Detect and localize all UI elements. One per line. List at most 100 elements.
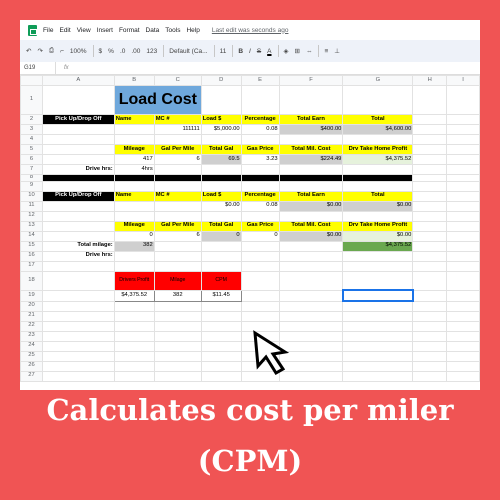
cell[interactable] [240,260,280,272]
cell[interactable]: Mileage [113,144,155,155]
cell[interactable] [113,124,155,135]
menu-data[interactable]: Data [146,27,160,34]
row-header[interactable]: 14 [20,230,43,242]
font-size-select[interactable]: 11 [220,48,227,55]
cell[interactable] [41,220,115,232]
column-header[interactable]: D [200,75,242,86]
cell[interactable] [240,180,280,192]
italic-button[interactable]: I [249,48,251,55]
column-header[interactable]: E [240,75,280,86]
increase-decimal-button[interactable]: .00 [131,48,140,55]
cell[interactable] [153,200,202,212]
cell[interactable] [446,220,480,232]
cell[interactable]: 3.23 [240,154,280,165]
row-header[interactable]: 7 [20,164,43,175]
cell[interactable] [446,230,480,242]
cell[interactable]: 417 [113,154,155,165]
cell[interactable] [412,230,448,242]
cell[interactable] [342,180,414,192]
cell[interactable] [113,134,155,145]
column-header[interactable]: H [412,75,448,86]
cell[interactable] [446,240,480,252]
merge-cells-icon[interactable]: ⇔ [306,48,313,55]
cell[interactable]: Percentage [240,114,280,125]
cell[interactable]: 6 [153,230,202,242]
cell[interactable]: Total Gal [200,144,242,155]
cell[interactable] [278,289,344,302]
cell[interactable]: MC # [153,190,202,202]
font-select[interactable]: Default (Ca... [169,48,207,55]
column-header[interactable]: B [113,75,155,86]
paint-format-icon[interactable]: ⌐ [60,48,64,55]
cell[interactable]: Drv Take Home Profit [342,220,414,232]
cell[interactable] [446,260,480,272]
cell[interactable] [200,210,242,222]
cell[interactable]: Total Gal [200,220,242,232]
menu-file[interactable]: File [43,27,53,34]
currency-format-button[interactable]: $ [99,48,103,55]
redo-icon[interactable]: ↷ [37,47,42,55]
cell[interactable]: $224.49 [278,154,344,165]
cell[interactable] [412,200,448,212]
row-header[interactable]: 1 [20,85,43,115]
cell[interactable] [342,174,414,182]
cell[interactable]: $0.00 [200,200,242,212]
cell[interactable]: $0.00 [342,200,414,212]
cell[interactable]: Drive hrs: [41,250,115,262]
cell[interactable]: MC # [153,114,202,125]
cell[interactable]: 6 [153,154,202,165]
cell[interactable]: Milage [153,270,202,291]
cell[interactable]: $4,375.52 [342,154,414,165]
cell[interactable] [446,144,480,155]
row-header[interactable]: 25 [20,350,43,362]
cell[interactable] [113,250,155,262]
cell[interactable] [200,250,242,262]
bold-button[interactable]: B [238,48,243,55]
row-header[interactable]: 17 [20,260,43,272]
cell[interactable]: Gas Price [240,220,280,232]
cell[interactable]: $0.00 [278,200,344,212]
cell[interactable] [200,164,242,175]
cell[interactable]: CPM [200,270,242,291]
column-header[interactable]: A [41,75,115,86]
cell[interactable] [41,270,115,291]
cell[interactable] [240,289,280,302]
cell[interactable]: $4,375.52 [113,289,155,302]
cell[interactable] [278,210,344,222]
selected-cell[interactable] [341,289,414,303]
cell[interactable]: Pick Up/Drop Off [41,114,115,125]
strikethrough-button[interactable]: S [257,48,261,55]
print-icon[interactable]: ⎙ [49,47,54,55]
cell[interactable] [446,85,480,115]
align-left-icon[interactable]: ≡ [324,48,328,55]
row-header[interactable]: 18 [20,270,43,291]
cell[interactable] [41,174,115,182]
cell[interactable] [278,270,344,291]
cell[interactable] [41,230,115,242]
cell[interactable] [240,85,280,115]
cell[interactable] [153,240,202,252]
cell[interactable]: Pick Up/Drop Off [41,190,115,202]
cell[interactable] [278,85,344,115]
cell[interactable] [200,260,242,272]
cell[interactable] [200,174,242,182]
cell[interactable] [446,180,480,192]
cell[interactable] [41,260,115,272]
row-header[interactable]: 20 [20,300,43,312]
row-header[interactable]: 22 [20,320,43,332]
row-header[interactable]: 13 [20,220,43,232]
cell[interactable] [278,250,344,262]
cell[interactable] [446,174,480,182]
cell[interactable]: Name [113,114,155,125]
cell[interactable]: Total milage: [41,240,115,252]
cell[interactable] [113,180,155,192]
cell[interactable] [113,174,155,182]
cell[interactable] [446,270,480,291]
cell[interactable] [41,154,115,165]
row-header[interactable]: 8 [20,174,43,182]
cell[interactable] [200,240,242,252]
cell[interactable] [412,240,448,252]
cell[interactable]: Total [342,114,414,125]
row-header[interactable]: 24 [20,340,43,352]
sheets-logo-icon[interactable] [28,24,37,36]
